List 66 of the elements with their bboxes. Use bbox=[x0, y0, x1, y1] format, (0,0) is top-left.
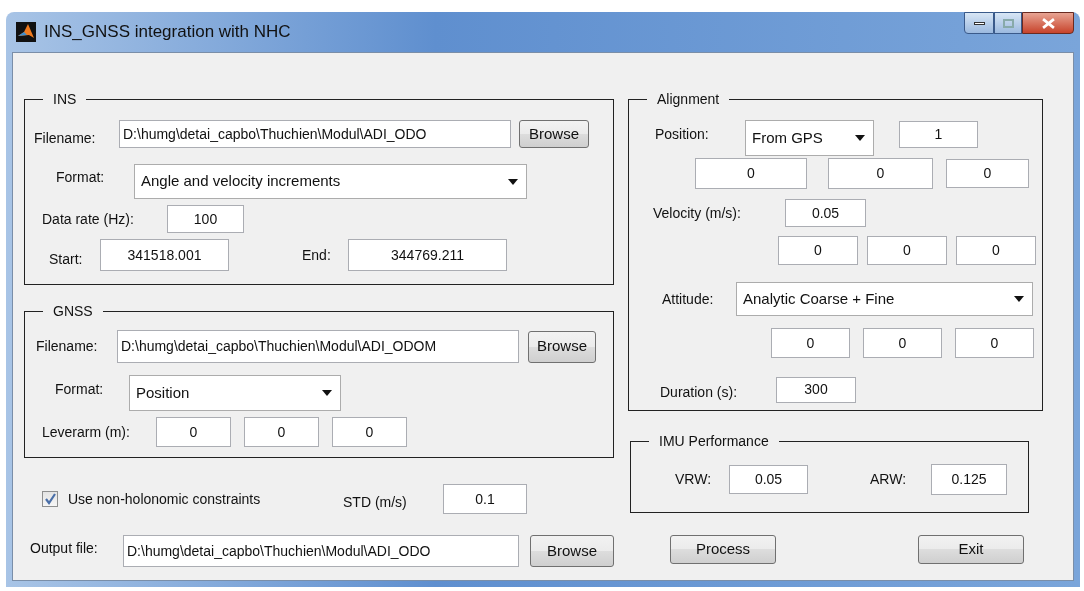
field-label: Data rate (Hz): bbox=[42, 209, 135, 229]
push-button[interactable]: Process bbox=[670, 535, 776, 564]
push-button[interactable]: Browse bbox=[528, 330, 596, 363]
input-field[interactable]: D:\humg\detai_capbo\Thuchien\Modul\ADI_ODOM bbox=[117, 330, 519, 363]
field-label: Filename: bbox=[34, 128, 97, 148]
minimize-button[interactable] bbox=[964, 12, 994, 34]
panel-title: IMU Performance bbox=[658, 432, 770, 451]
input-field[interactable]: D:\humg\detai_capbo\Thuchien\Modul\ADI_ODO bbox=[119, 120, 511, 148]
input-field[interactable]: 0.1 bbox=[443, 484, 527, 514]
panel-title: Alignment bbox=[656, 90, 721, 109]
input-field[interactable]: 0 bbox=[956, 236, 1036, 265]
panel-title: GNSS bbox=[52, 302, 94, 321]
input-field[interactable]: 0.125 bbox=[931, 464, 1007, 495]
input-field[interactable]: 0 bbox=[156, 417, 231, 447]
field-label: Format: bbox=[55, 379, 105, 399]
close-button[interactable] bbox=[1022, 12, 1074, 34]
input-field[interactable]: 0 bbox=[695, 158, 807, 189]
input-field[interactable]: 100 bbox=[167, 205, 244, 233]
input-field[interactable]: 0 bbox=[332, 417, 407, 447]
input-field[interactable]: 1 bbox=[899, 121, 978, 148]
input-field[interactable]: 0 bbox=[778, 236, 858, 265]
dropdown-arrow-icon bbox=[508, 178, 518, 185]
input-field[interactable]: 0 bbox=[955, 328, 1034, 358]
push-button[interactable]: Exit bbox=[918, 535, 1024, 564]
field-label: VRW: bbox=[675, 470, 713, 489]
field-label: Format: bbox=[56, 168, 106, 187]
field-label: STD (m/s) bbox=[343, 492, 408, 512]
input-field[interactable]: 0 bbox=[828, 158, 933, 189]
checkbox[interactable] bbox=[42, 491, 58, 507]
dropdown-arrow-icon bbox=[1014, 296, 1024, 302]
push-button[interactable]: Browse bbox=[530, 535, 614, 567]
push-button[interactable]: Browse bbox=[519, 120, 589, 148]
dropdown[interactable]: From GPS bbox=[745, 120, 874, 156]
dropdown-arrow-icon bbox=[322, 390, 332, 396]
field-label: Use non-holonomic constraints bbox=[68, 489, 262, 509]
input-field[interactable]: 0 bbox=[867, 236, 947, 265]
field-label: Filename: bbox=[36, 337, 99, 356]
input-field[interactable]: 0.05 bbox=[729, 465, 808, 494]
input-field[interactable]: 0 bbox=[244, 417, 319, 447]
field-label: Position: bbox=[655, 125, 710, 144]
input-field[interactable]: 0 bbox=[946, 159, 1029, 188]
field-label: Attitude: bbox=[662, 289, 715, 309]
input-field[interactable]: 341518.001 bbox=[100, 239, 229, 271]
field-label: Duration (s): bbox=[660, 383, 739, 402]
field-label: Start: bbox=[49, 249, 84, 269]
input-field[interactable]: 0 bbox=[863, 328, 942, 358]
window-title: INS_GNSS integration with NHC bbox=[44, 21, 291, 44]
input-field[interactable]: 300 bbox=[776, 376, 856, 403]
field-label: Velocity (m/s): bbox=[653, 203, 742, 223]
input-field[interactable]: 0 bbox=[771, 328, 850, 358]
dropdown-arrow-icon bbox=[855, 135, 865, 141]
check-icon bbox=[44, 493, 56, 505]
panel-title: INS bbox=[52, 90, 78, 109]
field-label: Output file: bbox=[30, 538, 99, 558]
field-label: ARW: bbox=[870, 470, 908, 489]
close-icon bbox=[1041, 17, 1055, 29]
maximize-button[interactable] bbox=[994, 12, 1022, 34]
app-logo-icon bbox=[16, 22, 36, 42]
dropdown[interactable]: Analytic Coarse + Fine bbox=[736, 282, 1033, 316]
dropdown[interactable]: Position bbox=[129, 375, 341, 411]
input-field[interactable]: 0.05 bbox=[785, 199, 866, 227]
dropdown[interactable]: Angle and velocity increments bbox=[134, 164, 527, 199]
input-field[interactable]: 344769.211 bbox=[348, 239, 507, 271]
field-label: End: bbox=[302, 245, 332, 265]
field-label: Leverarm (m): bbox=[42, 422, 131, 442]
input-field[interactable]: D:\humg\detai_capbo\Thuchien\Modul\ADI_ODO bbox=[123, 535, 519, 567]
